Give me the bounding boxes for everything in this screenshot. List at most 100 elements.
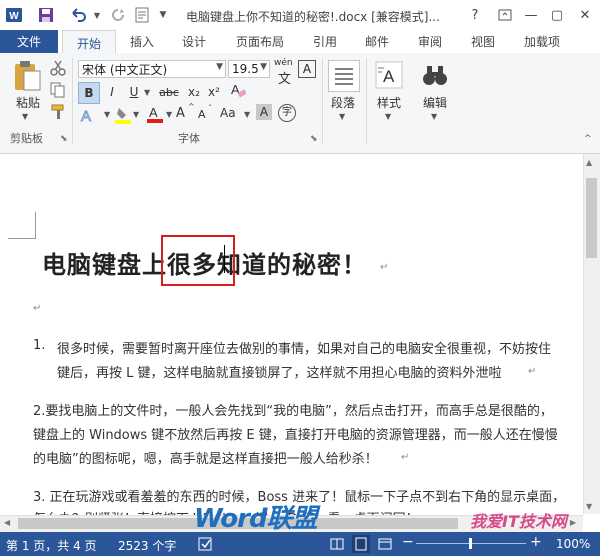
styles-icon[interactable]: A [374, 60, 404, 90]
paragraph-button[interactable]: 段落 [328, 94, 358, 110]
paragraph-dropdown-icon[interactable]: ▼ [339, 112, 345, 121]
read-mode-icon[interactable] [330, 537, 344, 551]
paragraph-1-line-2[interactable]: 键后，再按 L 键，这样电脑就直接锁屏了，这样就不用担心电脑的资料外泄啦 [57, 362, 502, 381]
styles-button[interactable]: 样式 [374, 94, 404, 110]
superscript-button[interactable]: x² [204, 82, 224, 102]
underline-button[interactable]: U [124, 82, 144, 102]
zoom-slider-thumb[interactable] [469, 538, 472, 549]
customize-quick-access-icon[interactable]: ▼ [156, 5, 170, 25]
text-effects-dropdown-icon[interactable]: ▼ [104, 110, 110, 119]
clipboard-icon[interactable] [12, 60, 42, 92]
font-size-value: 19.5 [232, 62, 259, 76]
scroll-down-icon[interactable]: ▼ [586, 502, 592, 511]
tab-design[interactable]: 设计 [182, 30, 206, 53]
save-icon[interactable] [36, 5, 56, 25]
font-name-value: 宋体 (中文正文) [82, 62, 168, 77]
paste-dropdown-icon[interactable]: ▼ [22, 112, 28, 121]
restore-button[interactable]: ▢ [544, 4, 570, 26]
shrink-font-icon[interactable]: A [198, 108, 206, 121]
character-border-icon[interactable]: A [298, 60, 316, 78]
print-layout-icon[interactable] [352, 535, 370, 553]
font-launcher-icon[interactable]: ⬊ [310, 134, 318, 144]
strikethrough-button[interactable]: abc [156, 82, 182, 102]
collapse-ribbon-icon[interactable]: ^ [584, 134, 592, 144]
font-group-label: 字体 [178, 132, 200, 145]
change-case-dropdown-icon[interactable]: ▼ [244, 110, 250, 119]
proofing-icon[interactable] [198, 537, 214, 551]
cut-icon[interactable] [50, 60, 66, 76]
zoom-out-button[interactable]: − [402, 534, 414, 550]
paragraph-1-line-1[interactable]: 很多时候，需要暂时离开座位去做别的事情，如果对自己的电脑安全很重视，不妨按住 [57, 338, 551, 357]
paragraph-mark-icon: ↵ [528, 366, 537, 377]
svg-text:A: A [149, 105, 158, 120]
zoom-level[interactable]: 100% [556, 537, 590, 551]
quick-access-icon[interactable] [132, 5, 152, 25]
scroll-left-icon[interactable]: ◀ [4, 518, 10, 527]
paragraph-icon[interactable] [328, 60, 360, 92]
help-button[interactable]: ? [462, 4, 488, 26]
web-layout-icon[interactable] [378, 537, 392, 551]
text-effects-icon[interactable]: A [80, 106, 102, 126]
tab-layout[interactable]: 页面布局 [236, 30, 284, 53]
font-name-select[interactable]: 宋体 (中文正文) ▼ [78, 60, 226, 78]
redo-icon[interactable] [108, 5, 128, 25]
highlight-dropdown-icon[interactable]: ▼ [133, 110, 139, 119]
close-button[interactable]: ✕ [572, 4, 598, 26]
font-color-dropdown-icon[interactable]: ▼ [166, 110, 172, 119]
tab-addins[interactable]: 加载项 [524, 30, 560, 53]
undo-icon[interactable] [66, 5, 90, 25]
format-painter-icon[interactable] [50, 104, 66, 120]
list-number: 1. [33, 338, 46, 353]
tab-file[interactable]: 文件 [0, 30, 58, 53]
site-logo: 我爱IT技术网 [470, 512, 567, 531]
tab-references[interactable]: 引用 [313, 30, 337, 53]
clipboard-launcher-icon[interactable]: ⬊ [60, 134, 68, 144]
clear-formatting-icon[interactable]: A [230, 80, 247, 100]
editing-dropdown-icon[interactable]: ▼ [431, 112, 437, 121]
tab-insert[interactable]: 插入 [130, 30, 154, 53]
paste-button[interactable]: 粘贴 [10, 94, 46, 110]
italic-button[interactable]: I [102, 82, 122, 102]
scroll-right-icon[interactable]: ▶ [570, 518, 576, 527]
vertical-scroll-thumb[interactable] [586, 178, 597, 258]
word-count[interactable]: 2523 个字 [118, 537, 176, 554]
tab-home[interactable]: 开始 [62, 30, 116, 55]
phonetic-guide-icon[interactable]: 文 [278, 68, 291, 87]
subscript-button[interactable]: x₂ [184, 82, 204, 102]
svg-text:A: A [383, 67, 395, 86]
text-cursor [224, 245, 225, 273]
underline-dropdown-icon[interactable]: ▼ [144, 88, 150, 97]
grow-font-icon[interactable]: A [176, 106, 185, 121]
paragraph-mark-icon: ↵ [401, 452, 410, 463]
undo-dropdown-icon[interactable]: ▼ [92, 5, 102, 25]
page-corner-mark [8, 238, 36, 239]
clipboard-group-label: 剪贴板 [10, 132, 43, 145]
paragraph-2-line-2[interactable]: 键盘上的 Windows 键不放然后再按 E 键，直接打开电脑的资源管理器，而一… [33, 424, 558, 443]
word-app-icon[interactable]: W [4, 5, 24, 25]
paragraph-2-line-1[interactable]: 2.要找电脑上的文件时，一般人会先找到“我的电脑”，然后点击打开，而高手总是很酷… [33, 400, 553, 419]
text-highlight-icon[interactable] [114, 106, 132, 124]
editing-button[interactable]: 编辑 [420, 94, 450, 110]
bold-button[interactable]: B [78, 82, 100, 104]
group-divider [322, 58, 323, 144]
paragraph-2-line-3[interactable]: 的电脑”的图标呢，嗯，高手就是这样直接把一般人给秒杀！ [33, 448, 378, 467]
shrink-font-caret-icon: ˇ [208, 104, 212, 113]
scroll-up-icon[interactable]: ▲ [586, 158, 592, 167]
page-count[interactable]: 第 1 页，共 4 页 [6, 537, 97, 554]
tab-mailings[interactable]: 邮件 [365, 30, 389, 53]
styles-dropdown-icon[interactable]: ▼ [385, 112, 391, 121]
phonetic-guide-label[interactable]: wén [274, 58, 293, 68]
minimize-button[interactable]: — [518, 4, 544, 26]
change-case-button[interactable]: Aa [220, 106, 236, 120]
copy-icon[interactable] [50, 82, 66, 98]
tab-view[interactable]: 视图 [471, 30, 495, 53]
character-shading-icon[interactable]: A [256, 104, 272, 120]
font-color-icon[interactable]: A [146, 104, 164, 124]
find-binoculars-icon[interactable] [420, 60, 450, 90]
ribbon-display-options-icon[interactable] [492, 4, 518, 26]
tab-review[interactable]: 审阅 [418, 30, 442, 53]
enclose-characters-icon[interactable]: 字 [278, 104, 296, 122]
svg-text:W: W [9, 11, 19, 22]
zoom-in-button[interactable]: + [530, 534, 542, 550]
font-size-select[interactable]: 19.5 ▼ [228, 60, 270, 78]
